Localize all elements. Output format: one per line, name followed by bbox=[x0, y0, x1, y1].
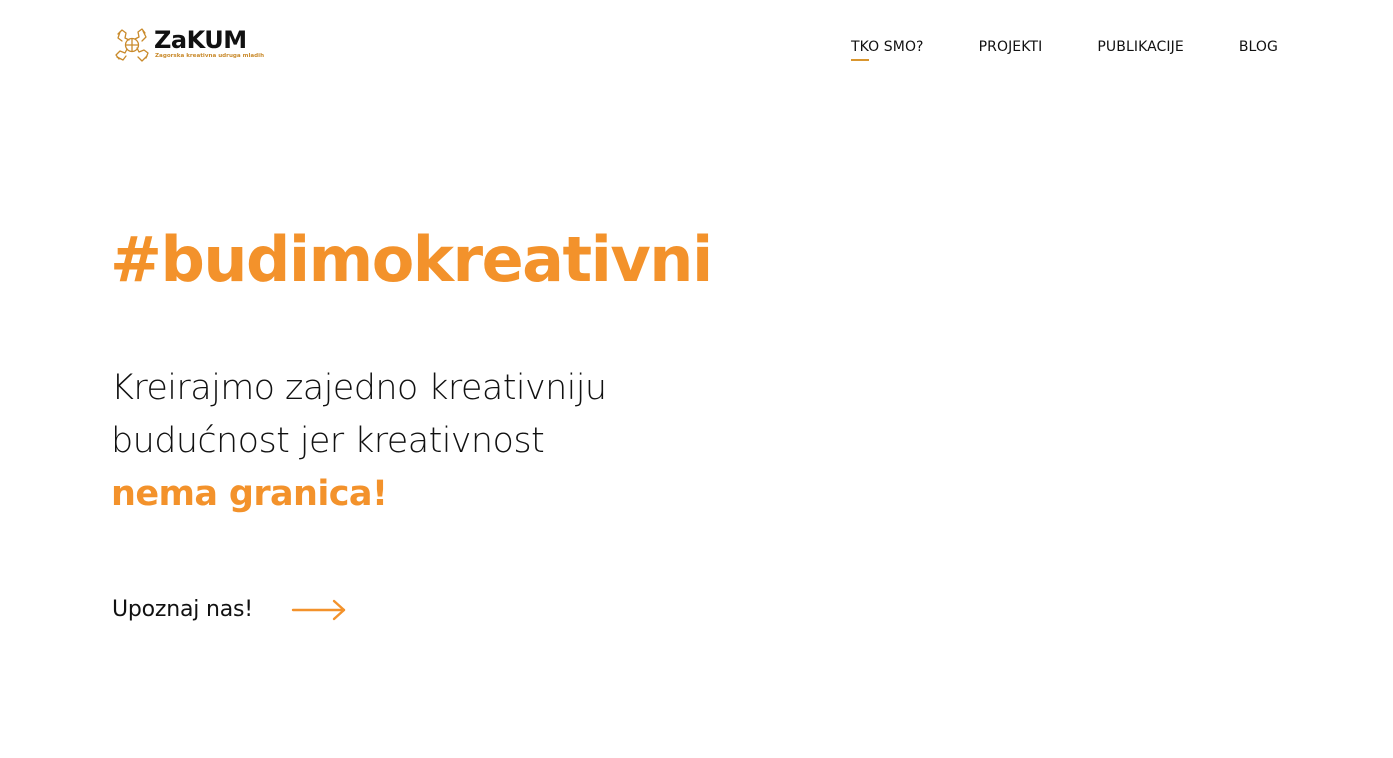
hero-text: Kreirajmo zajedno kreativniju budućnost … bbox=[111, 362, 731, 521]
nav-item-publikacije[interactable]: PUBLIKACIJE bbox=[1097, 36, 1183, 58]
nav-item-blog[interactable]: BLOG bbox=[1239, 36, 1278, 58]
nav-item-projekti[interactable]: PROJEKTI bbox=[979, 36, 1043, 58]
hero-hashtag: #budimokreativni bbox=[110, 223, 713, 296]
logo-name: ZaKUM bbox=[154, 26, 247, 54]
hands-circle-logo-icon bbox=[115, 28, 149, 62]
logo-link[interactable]: ZaKUM Zagorska kreativna udruga mladih bbox=[112, 24, 264, 68]
nav-item-tko-smo[interactable]: TKO SMO? bbox=[850, 36, 924, 61]
nav-item-label: TKO SMO? bbox=[850, 39, 924, 55]
active-nav-indicator bbox=[850, 59, 869, 61]
nav-item-label: BLOG bbox=[1238, 39, 1278, 55]
upoznaj-nas-link[interactable]: Upoznaj nas! bbox=[112, 590, 347, 630]
hero-accent-text: nema granica! bbox=[111, 474, 388, 514]
main-nav: TKO SMO? PROJEKTI PUBLIKACIJE BLOG bbox=[850, 36, 1278, 61]
page: ZaKUM Zagorska kreativna udruga mladih T… bbox=[0, 0, 1393, 758]
hero-line: budućnost jer kreativnost bbox=[111, 421, 545, 461]
hero-line: Kreirajmo zajedno kreativniju bbox=[111, 368, 607, 408]
cta-label: Upoznaj nas! bbox=[112, 597, 253, 622]
logo-tagline: Zagorska kreativna udruga mladih bbox=[155, 53, 265, 59]
nav-item-label: PROJEKTI bbox=[978, 39, 1043, 55]
nav-item-label: PUBLIKACIJE bbox=[1097, 39, 1184, 55]
arrow-right-icon bbox=[291, 599, 346, 621]
